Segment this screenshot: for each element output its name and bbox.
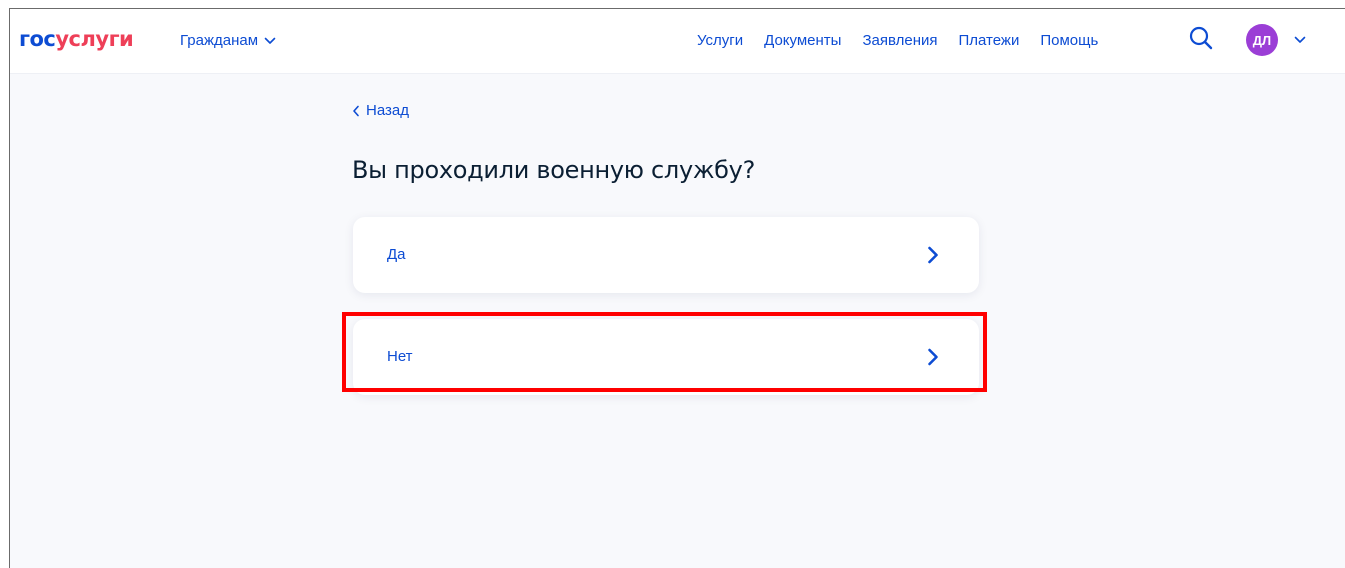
chevron-left-icon xyxy=(353,105,359,116)
avatar[interactable]: ДЛ xyxy=(1246,24,1278,56)
gosuslugi-logo[interactable]: госуслуги xyxy=(19,26,134,52)
option-label: Да xyxy=(387,246,406,263)
citizens-menu-label: Гражданам xyxy=(180,32,259,49)
back-label: Назад xyxy=(366,102,409,119)
chevron-down-icon[interactable] xyxy=(1294,36,1306,44)
page-title: Вы проходили военную службу? xyxy=(352,156,756,184)
header: госуслуги Гражданам Услуги Документы Зая… xyxy=(10,9,1345,73)
nav-link-help[interactable]: Помощь xyxy=(1040,32,1098,49)
browser-viewport: госуслуги Гражданам Услуги Документы Зая… xyxy=(9,8,1345,568)
logo-text-gos: гос xyxy=(19,27,56,51)
logo-text-uslugi: услуги xyxy=(55,27,134,51)
avatar-initials: ДЛ xyxy=(1252,32,1272,48)
nav-link-services[interactable]: Услуги xyxy=(697,32,743,49)
search-icon[interactable] xyxy=(1188,25,1214,51)
nav-link-applications[interactable]: Заявления xyxy=(862,32,937,49)
main-nav: Услуги Документы Заявления Платежи Помощ… xyxy=(697,32,1098,49)
highlight-box xyxy=(342,312,987,392)
chevron-right-icon xyxy=(928,246,938,264)
citizens-menu[interactable]: Гражданам xyxy=(180,32,276,49)
back-link[interactable]: Назад xyxy=(352,102,409,119)
nav-link-documents[interactable]: Документы xyxy=(764,32,841,49)
nav-link-payments[interactable]: Платежи xyxy=(959,32,1020,49)
chevron-down-icon xyxy=(264,37,276,44)
option-yes-button[interactable]: Да xyxy=(353,217,979,293)
